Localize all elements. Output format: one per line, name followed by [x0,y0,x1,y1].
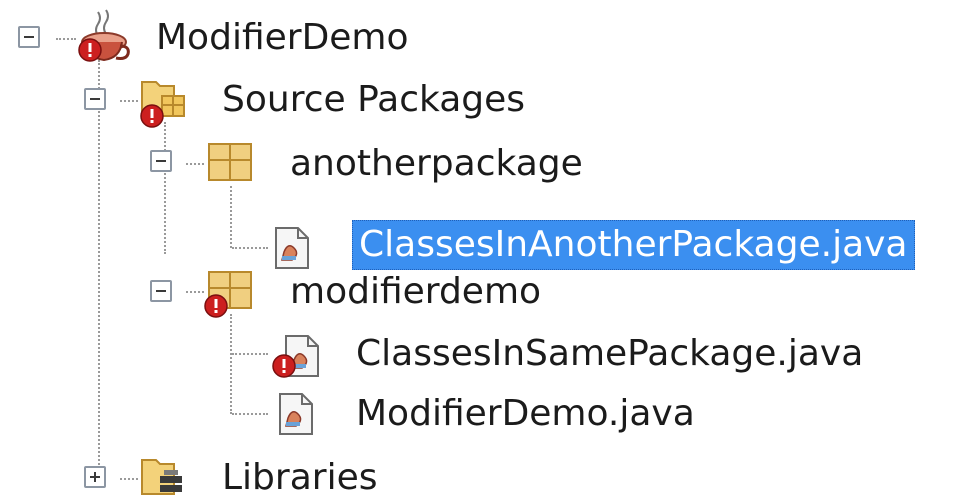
anotherpackage-label: anotherpackage [290,143,583,184]
java-file-icon [279,393,313,435]
modifierdemo-java-label: ModifierDemo.java [356,393,695,434]
collapse-toggle[interactable] [84,88,106,110]
tree-line [232,353,268,355]
source-packages-label: Source Packages [222,79,526,120]
tree-line [230,186,232,248]
tree-line [56,38,76,40]
tree-line [164,122,166,254]
tree-line [120,100,138,102]
collapse-toggle[interactable] [150,280,172,302]
classes-in-same-package-label: ClassesInSamePackage.java [356,333,864,374]
tree-line [186,291,204,293]
tree-line [98,60,100,480]
java-file-icon [275,227,309,269]
collapse-toggle[interactable] [150,150,172,172]
collapse-toggle[interactable] [18,26,40,48]
error-badge-icon [78,38,102,62]
library-folder-icon [141,459,182,495]
package-icon [208,143,252,181]
error-badge-icon [204,294,228,318]
project-label: ModifierDemo [156,17,409,58]
classes-in-another-package-label: ClassesInAnotherPackage.java [352,220,915,270]
project-tree: ModifierDemo Source Packages anotherpack… [0,0,975,504]
tree-line [232,247,268,249]
expand-toggle[interactable] [84,466,106,488]
error-badge-icon [140,104,164,128]
tree-line [232,413,268,415]
tree-line [230,314,232,414]
libraries-label: Libraries [222,457,378,498]
modifierdemo-package-label: modifierdemo [290,271,542,312]
error-badge-icon [272,354,296,378]
tree-line [186,163,204,165]
tree-line [120,478,138,480]
